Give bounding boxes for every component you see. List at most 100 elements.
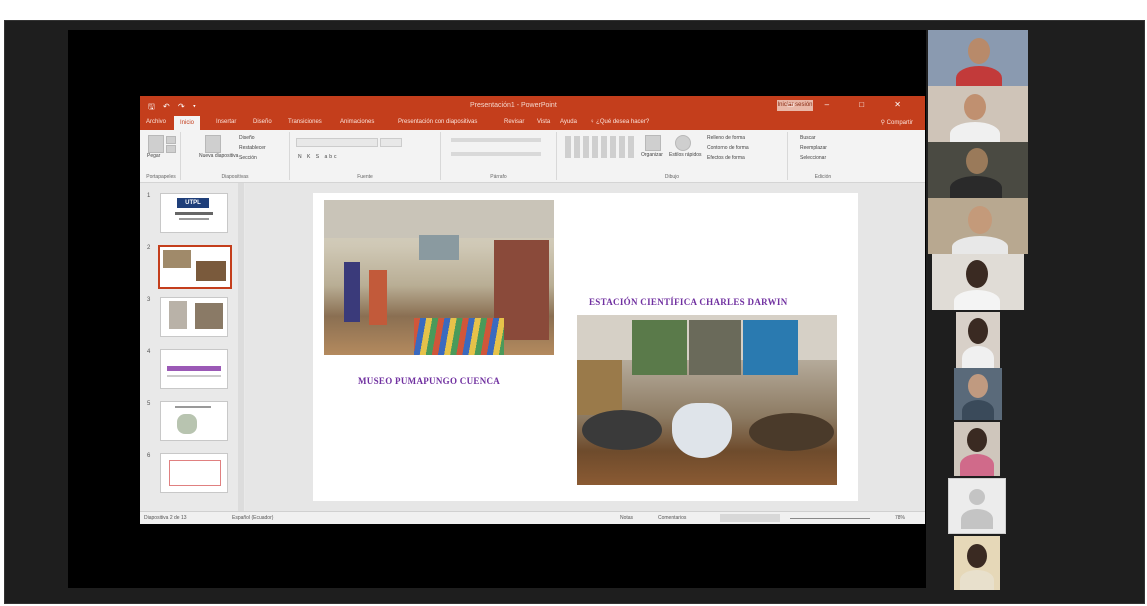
align-buttons[interactable] <box>451 152 541 156</box>
thumbnail-slide-1[interactable]: UTPL <box>160 193 228 233</box>
copy-icon[interactable] <box>166 145 176 153</box>
reset-button[interactable]: Restablecer <box>239 145 266 151</box>
avatar <box>968 374 988 398</box>
thumb-number: 6 <box>147 453 151 459</box>
thumb-image <box>177 414 197 434</box>
thumb-subtitle-line <box>179 218 209 220</box>
tab-presentacion[interactable]: Presentación con diapositivas <box>398 119 477 125</box>
tab-transiciones[interactable]: Transiciones <box>288 119 322 125</box>
tab-inicio[interactable]: Inicio <box>174 116 201 130</box>
font-format-buttons[interactable]: N K S abc <box>298 154 339 160</box>
new-slide-icon[interactable] <box>205 135 221 153</box>
avatar <box>964 94 986 120</box>
thumbnail-slide-2[interactable] <box>158 245 232 289</box>
shape-outline-button[interactable]: Contorno de forma <box>707 145 749 151</box>
avatar <box>956 66 1002 86</box>
participant-video[interactable] <box>956 312 1000 368</box>
quick-styles-icon[interactable] <box>675 135 691 151</box>
participant-video[interactable] <box>954 536 1000 590</box>
replace-button[interactable]: Reemplazar <box>800 145 827 151</box>
poster-sea-turtle <box>743 320 798 375</box>
poster-tortoise <box>689 320 741 375</box>
group-label: Portapapeles <box>146 174 176 180</box>
tab-vista[interactable]: Vista <box>537 119 550 125</box>
thumb-number: 1 <box>147 193 151 199</box>
participant-panel <box>928 30 1028 590</box>
tab-diseno[interactable]: Diseño <box>253 119 272 125</box>
participant-video[interactable] <box>928 86 1028 142</box>
window-controls[interactable]: ▭ – □ ✕ <box>787 100 915 109</box>
section-button[interactable]: Sección <box>239 155 257 161</box>
participant-video[interactable] <box>928 198 1028 254</box>
thumb-image <box>163 250 191 268</box>
cut-icon[interactable] <box>166 136 176 144</box>
paste-label[interactable]: Pegar <box>147 153 160 159</box>
thumb-number: 5 <box>147 401 151 407</box>
participant-video[interactable] <box>954 422 1000 476</box>
notes-button[interactable]: Notas <box>620 515 633 521</box>
shape-effects-button[interactable]: Efectos de forma <box>707 155 745 161</box>
participant-video[interactable] <box>932 254 1024 310</box>
thumbnail-slide-5[interactable] <box>160 401 228 441</box>
group-portapapeles: Pegar Portapapeles <box>142 132 181 180</box>
thumb-image <box>169 301 187 329</box>
arrange-icon[interactable] <box>645 135 661 151</box>
quick-styles-label[interactable]: Estilos rápidos <box>669 152 702 158</box>
status-bar: Diapositiva 2 de 13 Español (Ecuador) No… <box>140 511 925 524</box>
current-slide[interactable]: MUSEO PUMAPUNGO CUENCA ESTACIÓN CIENTÍFI… <box>313 193 858 501</box>
font-size-input[interactable] <box>380 138 402 147</box>
thumb-title-line <box>175 406 211 408</box>
avatar <box>967 544 987 568</box>
avatar <box>962 346 994 368</box>
tab-insertar[interactable]: Insertar <box>216 119 236 125</box>
view-buttons[interactable] <box>720 514 780 522</box>
font-name-input[interactable] <box>296 138 378 147</box>
find-button[interactable]: Buscar <box>800 135 816 141</box>
share-button[interactable]: ⚲ Compartir <box>881 119 913 126</box>
arrange-label[interactable]: Organizar <box>641 152 663 158</box>
tell-me-search[interactable]: ♀ ¿Qué desea hacer? <box>590 119 649 125</box>
turtle-shell <box>749 413 834 451</box>
frame <box>577 360 622 415</box>
new-slide-label[interactable]: Nueva diapositiva <box>199 153 238 159</box>
zoom-slider[interactable] <box>790 518 870 519</box>
paste-icon[interactable] <box>148 135 164 153</box>
tab-revisar[interactable]: Revisar <box>504 119 524 125</box>
avatar <box>966 260 988 288</box>
participant-video[interactable] <box>928 142 1028 198</box>
thumb-line <box>167 375 221 377</box>
group-diapositivas: Nueva diapositiva Diseño Restablecer Sec… <box>181 132 290 180</box>
tab-animaciones[interactable]: Animaciones <box>340 119 374 125</box>
caption-estacion-darwin: ESTACIÓN CIENTÍFICA CHARLES DARWIN <box>589 297 788 307</box>
tab-ayuda[interactable]: Ayuda <box>560 119 577 125</box>
language-indicator[interactable]: Español (Ecuador) <box>232 515 273 521</box>
participant-video[interactable] <box>954 368 1002 420</box>
list-buttons[interactable] <box>451 138 541 142</box>
comments-button[interactable]: Comentarios <box>658 515 686 521</box>
group-label: Diapositivas <box>221 174 249 180</box>
thumbnail-slide-3[interactable] <box>160 297 228 337</box>
shape-fill-button[interactable]: Relleno de forma <box>707 135 745 141</box>
thumbnails-scrollbar[interactable] <box>238 183 244 511</box>
share-label: Compartir <box>886 120 913 126</box>
layout-button[interactable]: Diseño <box>239 135 255 141</box>
utpl-logo: UTPL <box>177 198 209 208</box>
default-avatar-icon <box>961 509 993 529</box>
shapes-gallery[interactable] <box>565 136 635 158</box>
rug <box>414 318 504 355</box>
avatar <box>950 176 1002 198</box>
thumbnail-slide-6[interactable] <box>160 453 228 493</box>
ribbon: Pegar Portapapeles Nueva diapositiva Dis… <box>140 130 925 183</box>
select-button[interactable]: Seleccionar <box>800 155 826 161</box>
ribbon-tabs: Archivo Inicio Insertar Diseño Transicio… <box>140 116 925 130</box>
slide-counter: Diapositiva 2 de 13 <box>144 515 187 521</box>
quick-access-toolbar[interactable]: 🖫 ↶ ↷ ▾ <box>148 101 199 115</box>
caption-museo-pumapungo: MUSEO PUMAPUNGO CUENCA <box>358 376 501 386</box>
thumb-image <box>196 261 226 281</box>
group-fuente: N K S abc Fuente <box>290 132 441 180</box>
participant-placeholder[interactable] <box>948 478 1006 534</box>
participant-video[interactable] <box>928 30 1028 86</box>
tab-archivo[interactable]: Archivo <box>146 119 166 125</box>
thumbnail-slide-4[interactable] <box>160 349 228 389</box>
zoom-level[interactable]: 78% <box>895 515 905 521</box>
